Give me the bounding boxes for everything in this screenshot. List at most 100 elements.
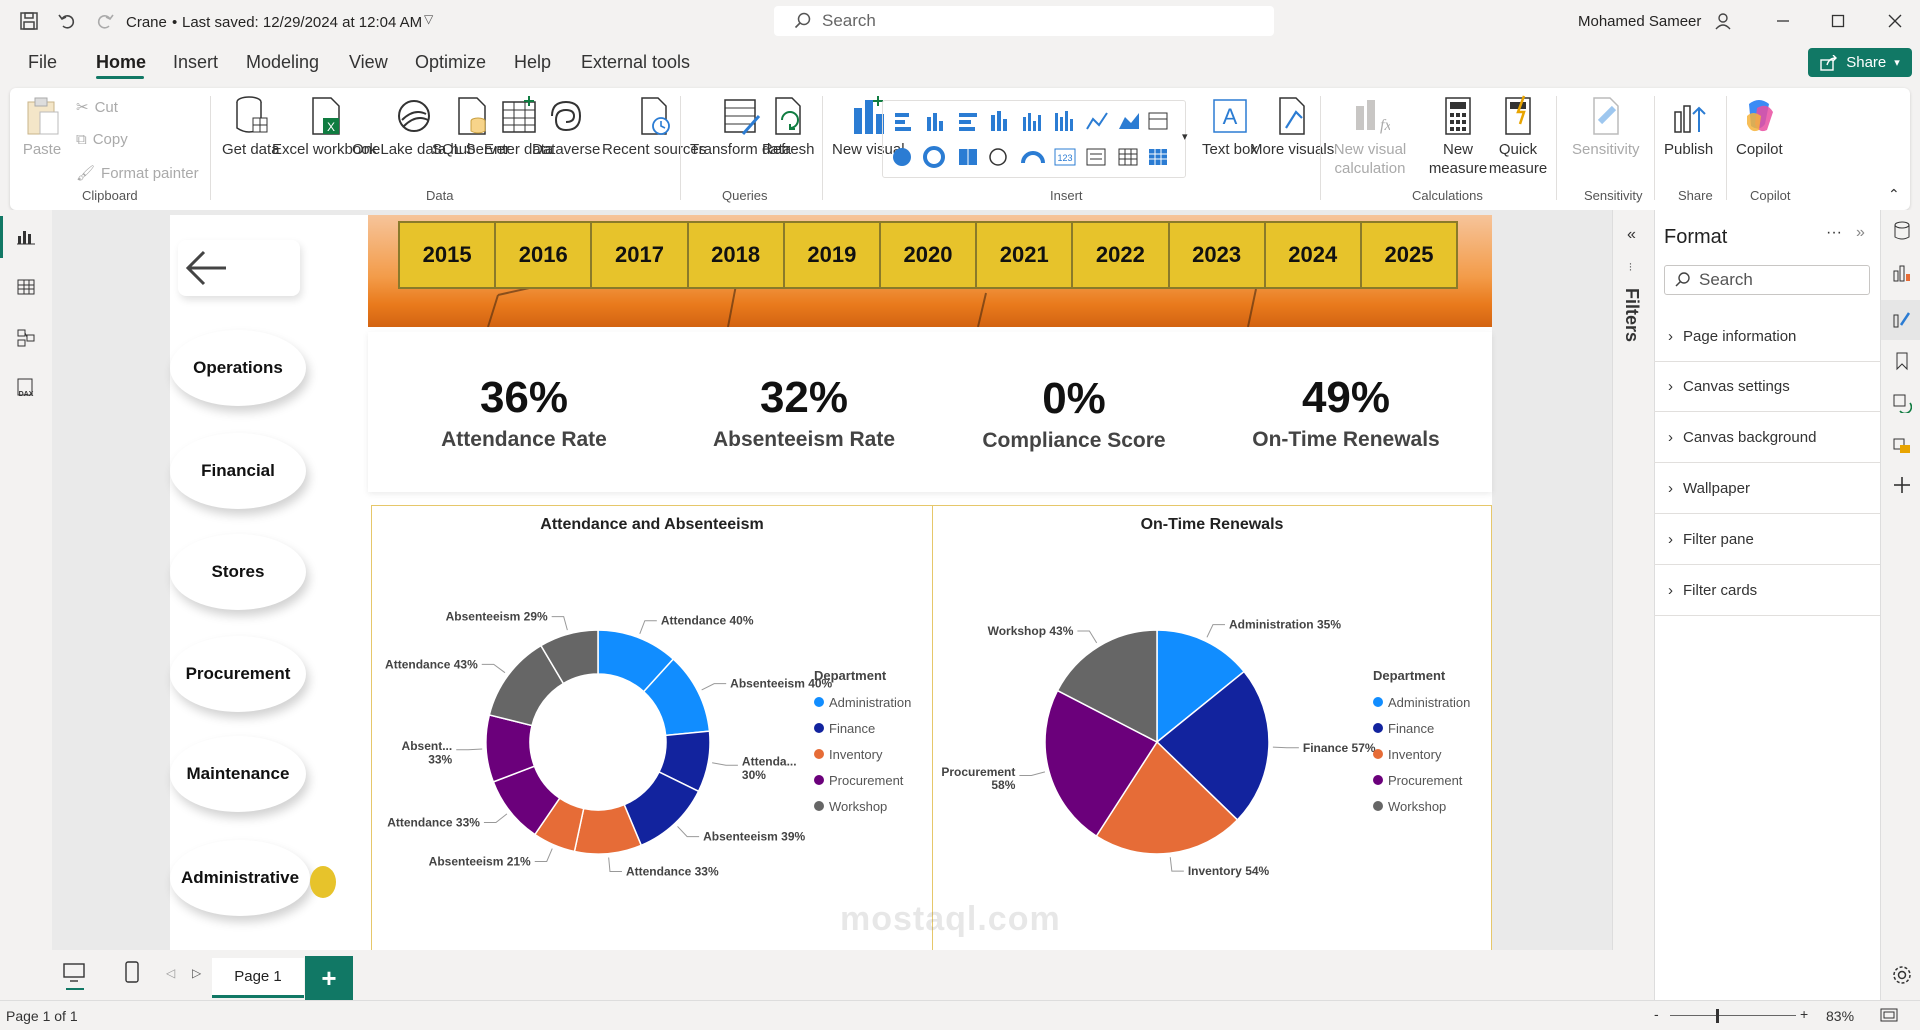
dataverse-button[interactable]: Dataverse — [532, 94, 600, 159]
nav-financial[interactable]: Financial — [170, 433, 306, 509]
menu-file[interactable]: File — [28, 52, 57, 73]
zoom-in-button[interactable]: + — [1800, 1006, 1808, 1022]
menu-insert[interactable]: Insert — [173, 52, 218, 73]
year-2018[interactable]: 2018 — [688, 223, 783, 287]
nav-maintenance[interactable]: Maintenance — [170, 736, 306, 812]
more-options-icon[interactable]: ··· — [1826, 224, 1842, 242]
chevron-down-icon[interactable]: ▽ — [424, 12, 433, 26]
user-avatar-icon[interactable] — [1712, 10, 1734, 32]
format-canvas-settings[interactable]: › Canvas settings — [1654, 362, 1880, 412]
next-page-icon[interactable]: ▷ — [192, 966, 201, 980]
nav-stores[interactable]: Stores — [170, 534, 306, 610]
kpi-attendance-rate[interactable]: 36% Attendance Rate — [394, 372, 654, 452]
year-2023[interactable]: 2023 — [1169, 223, 1264, 287]
menu-view[interactable]: View — [349, 52, 388, 73]
maximize-icon[interactable] — [1827, 10, 1849, 32]
kpi-absenteeism-rate[interactable]: 32% Absenteeism Rate — [674, 372, 934, 452]
settings-gear-icon[interactable] — [1889, 962, 1915, 988]
paste-button[interactable]: Paste — [22, 94, 62, 159]
legend-item[interactable]: Administration — [1373, 689, 1470, 715]
year-2022[interactable]: 2022 — [1073, 223, 1168, 287]
save-icon[interactable] — [18, 10, 40, 32]
legend-item[interactable]: Finance — [1373, 715, 1470, 741]
format-wallpaper[interactable]: › Wallpaper — [1654, 464, 1880, 514]
model-view-icon[interactable] — [12, 324, 40, 352]
cut-button[interactable]: ✂ Cut — [76, 98, 118, 117]
filters-label[interactable]: Filters — [1621, 288, 1642, 342]
refresh-button[interactable]: Refresh — [762, 94, 815, 159]
zoom-slider-track[interactable] — [1670, 1015, 1796, 1016]
mobile-layout-icon[interactable] — [124, 960, 140, 987]
copilot-button[interactable]: Copilot — [1736, 94, 1783, 159]
redo-icon[interactable] — [94, 10, 116, 32]
more-visuals-button[interactable]: More visuals — [1250, 94, 1334, 159]
close-icon[interactable] — [1884, 10, 1906, 32]
legend-item[interactable]: Workshop — [1373, 793, 1470, 819]
year-2016[interactable]: 2016 — [496, 223, 591, 287]
visual-gallery[interactable]: 123 — [882, 100, 1186, 178]
year-2020[interactable]: 2020 — [880, 223, 976, 287]
format-page-information[interactable]: › Page information — [1654, 312, 1880, 362]
publish-button[interactable]: Publish — [1664, 94, 1713, 159]
expand-pane-icon[interactable]: » — [1856, 224, 1865, 242]
fit-to-page-icon[interactable] — [1880, 1008, 1898, 1025]
copy-button[interactable]: ⧉ Copy — [76, 131, 128, 148]
data-pane-icon[interactable] — [1889, 218, 1915, 244]
kpi-on-time-renewals[interactable]: 49% On-Time Renewals — [1216, 372, 1476, 452]
previous-page-icon[interactable]: ◁ — [166, 966, 175, 980]
legend-item[interactable]: Inventory — [1373, 741, 1470, 767]
table-view-icon[interactable] — [12, 273, 40, 301]
share-button[interactable]: Share ▾ — [1808, 48, 1912, 77]
year-2025[interactable]: 2025 — [1361, 223, 1457, 287]
format-canvas-background[interactable]: › Canvas background — [1654, 413, 1880, 463]
legend-item[interactable]: Procurement — [814, 767, 911, 793]
page-tab[interactable]: Page 1 — [212, 958, 304, 998]
year-2015[interactable]: 2015 — [400, 223, 495, 287]
sync-slicers-icon[interactable] — [1889, 390, 1915, 416]
add-page-button[interactable]: + — [305, 956, 353, 1000]
bookmark-icon[interactable] — [1889, 348, 1915, 374]
add-pane-icon[interactable] — [1889, 472, 1915, 498]
back-button-card[interactable] — [178, 240, 300, 296]
menu-home[interactable]: Home — [96, 52, 146, 73]
legend-item[interactable]: Inventory — [814, 741, 911, 767]
format-search-input[interactable]: Search — [1664, 265, 1870, 295]
collapse-ribbon-icon[interactable]: ⌃ — [1888, 186, 1900, 203]
year-2017[interactable]: 2017 — [592, 223, 687, 287]
new-visual-calculation-button[interactable]: fx New visual calculation — [1330, 94, 1410, 178]
undo-icon[interactable] — [56, 10, 78, 32]
search-box[interactable]: Search — [774, 6, 1274, 36]
year-2019[interactable]: 2019 — [784, 223, 879, 287]
report-view-icon[interactable] — [12, 222, 40, 250]
menu-help[interactable]: Help — [514, 52, 551, 73]
menu-optimize[interactable]: Optimize — [415, 52, 486, 73]
attendance-donut-chart[interactable]: Attendance and Absenteeism Attendance 40… — [371, 505, 933, 953]
format-filter-cards[interactable]: › Filter cards — [1654, 566, 1880, 616]
format-filter-pane[interactable]: › Filter pane — [1654, 515, 1880, 565]
new-measure-button[interactable]: New measure — [1428, 94, 1488, 178]
nav-administrative[interactable]: Administrative — [170, 840, 310, 916]
sensitivity-button[interactable]: Sensitivity — [1572, 94, 1640, 159]
collapse-icon[interactable]: « — [1627, 226, 1636, 244]
year-2024[interactable]: 2024 — [1265, 223, 1360, 287]
gallery-expand-icon[interactable]: ▾ — [1182, 130, 1188, 143]
minimize-icon[interactable] — [1772, 10, 1794, 32]
menu-external-tools[interactable]: External tools — [581, 52, 690, 73]
dax-query-view-icon[interactable]: DAX — [12, 374, 40, 402]
selection-pane-icon[interactable] — [1889, 432, 1915, 458]
legend-item[interactable]: Workshop — [814, 793, 911, 819]
legend-item[interactable]: Administration — [814, 689, 911, 715]
nav-operations[interactable]: Operations — [170, 330, 306, 406]
format-pane-icon[interactable] — [1889, 306, 1915, 332]
year-2021[interactable]: 2021 — [977, 223, 1072, 287]
legend-item[interactable]: Procurement — [1373, 767, 1470, 793]
kpi-compliance-score[interactable]: 0% Compliance Score — [944, 373, 1204, 453]
zoom-slider-thumb[interactable] — [1716, 1009, 1719, 1023]
on-time-renewals-pie-chart[interactable]: On-Time Renewals Administration 35% Finan… — [932, 505, 1492, 953]
build-visual-icon[interactable] — [1889, 260, 1915, 286]
get-data-button[interactable]: Get data — [222, 94, 280, 159]
quick-measure-button[interactable]: Quick measure — [1488, 94, 1548, 178]
menu-modeling[interactable]: Modeling — [246, 52, 319, 73]
zoom-out-button[interactable]: - — [1654, 1006, 1659, 1022]
format-painter-button[interactable]: 🖌 Format painter — [76, 164, 199, 183]
